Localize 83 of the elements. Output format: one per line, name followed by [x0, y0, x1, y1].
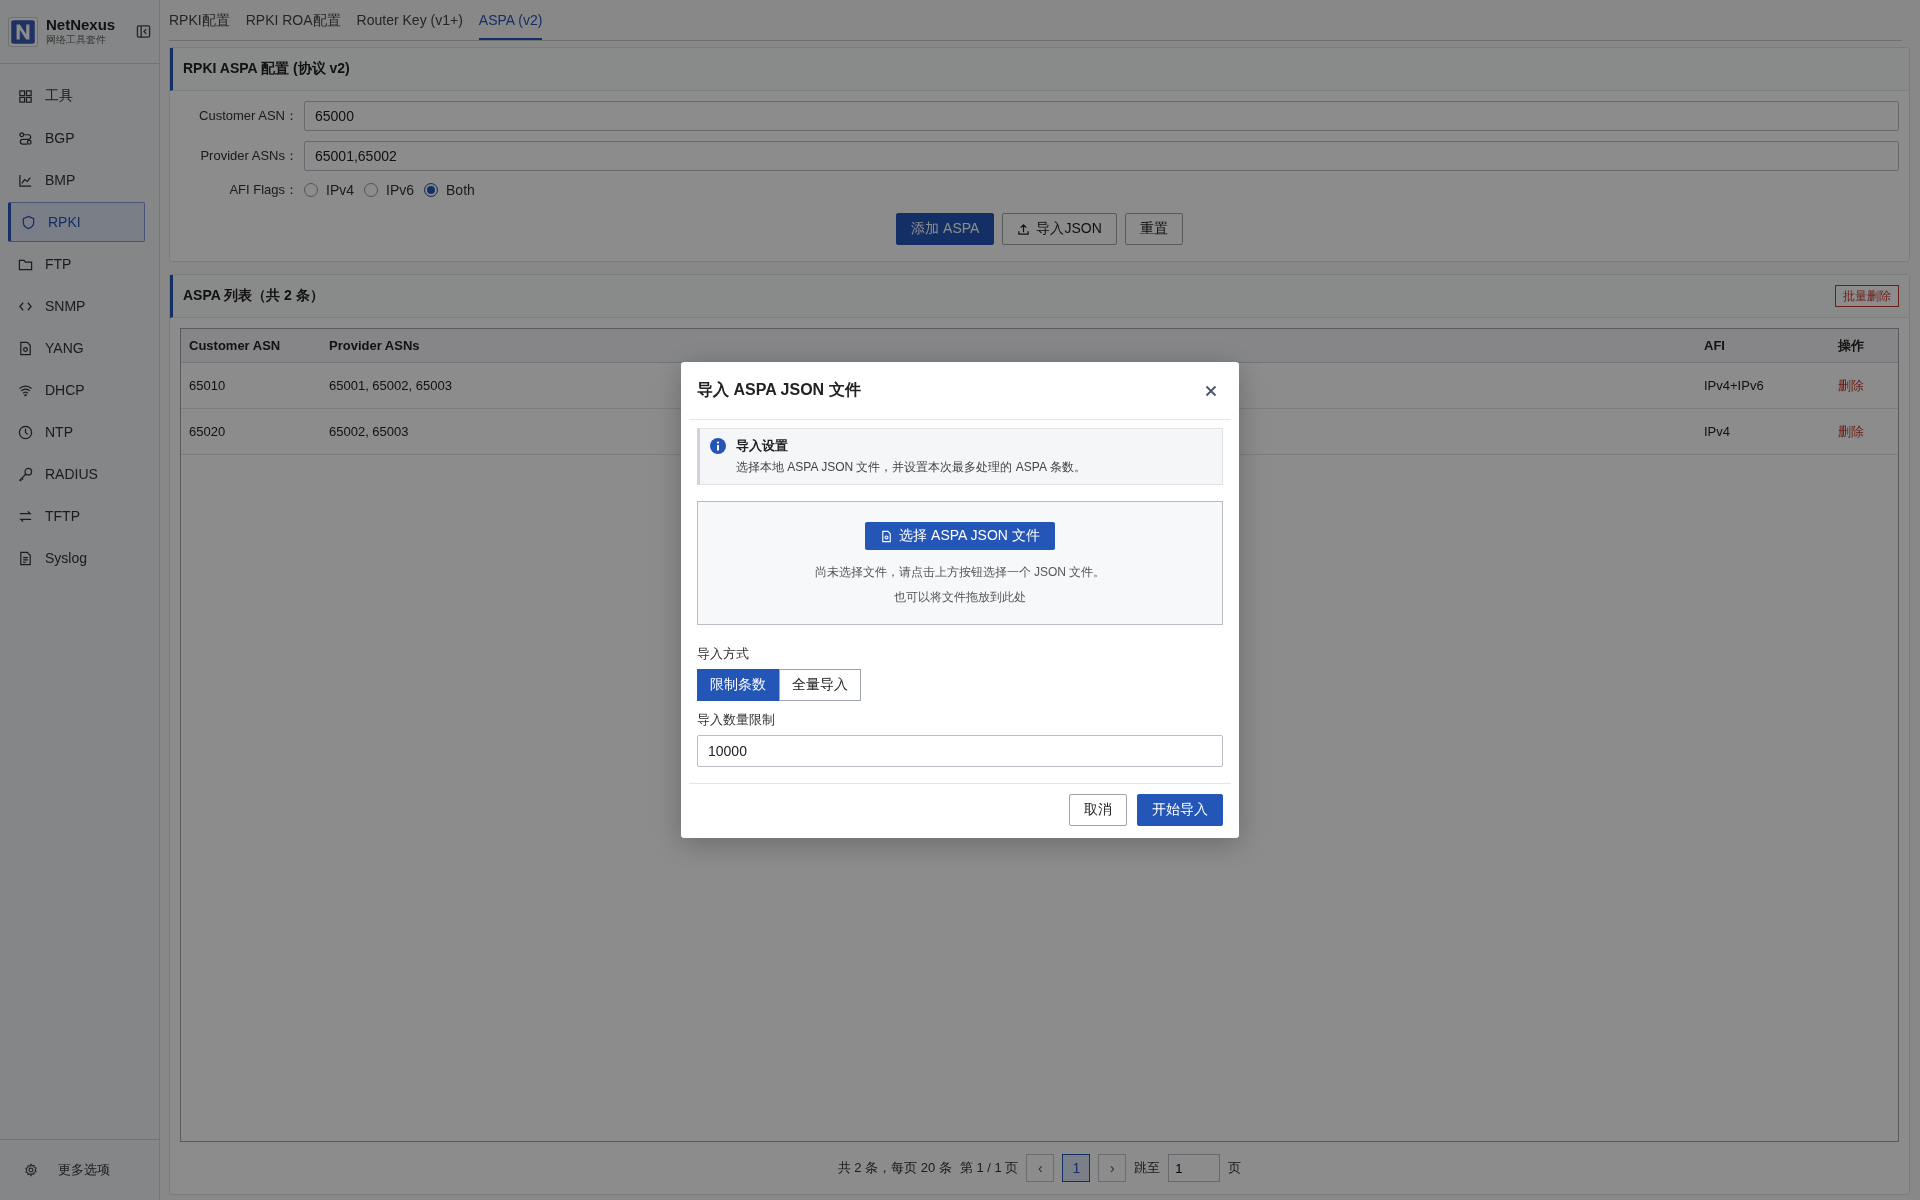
sidebar-item[interactable]: BGP	[8, 118, 145, 158]
column-header: 操作	[1838, 336, 1864, 355]
table-cell: IPv4	[1704, 424, 1730, 439]
next-page-button[interactable]: ›	[1098, 1154, 1127, 1182]
upload-icon	[1017, 222, 1031, 236]
table-cell: 65002, 65003	[329, 424, 409, 439]
grid-icon	[18, 88, 33, 104]
document-icon	[18, 550, 33, 566]
clock-icon	[18, 424, 33, 440]
sidebar-item[interactable]: DHCP	[8, 370, 145, 410]
delete-link[interactable]: 删除	[1838, 423, 1864, 439]
choose-file-button[interactable]: 选择 ASPA JSON 文件	[865, 522, 1055, 550]
file-icon	[880, 529, 894, 543]
start-import-button[interactable]: 开始导入	[1137, 794, 1223, 826]
sidebar-item[interactable]: NTP	[8, 412, 145, 452]
collapse-sidebar-icon[interactable]	[136, 24, 151, 39]
radio-option[interactable]: IPv4	[304, 182, 354, 198]
tab[interactable]: RPKI配置	[169, 0, 230, 40]
field-label: Customer ASN：	[198, 107, 299, 125]
page-input[interactable]: 1	[1168, 1154, 1221, 1182]
page-button[interactable]: 1	[1062, 1154, 1091, 1182]
info-text: 选择本地 ASPA JSON 文件，并设置本次最多处理的 ASPA 条数。	[736, 459, 1086, 476]
shield-icon	[21, 214, 36, 230]
settings-icon[interactable]	[24, 1163, 38, 1177]
table-cell: 65010	[189, 378, 226, 393]
app-name: NetNexus	[46, 16, 117, 33]
limit-input[interactable]: 10000	[697, 735, 1223, 767]
chart-icon	[18, 172, 33, 188]
table-cell: 65001, 65002, 65003	[329, 378, 452, 393]
bulk-delete-button[interactable]: 批量删除	[1835, 285, 1899, 307]
sidebar-item[interactable]: FTP	[8, 244, 145, 284]
drop-hint: 尚未选择文件，请点击上方按钮选择一个 JSON 文件。	[814, 564, 1106, 581]
section-title: ASPA 列表（共 2 条）	[183, 287, 324, 305]
reset-button[interactable]: 重置	[1124, 213, 1183, 245]
sidebar-item[interactable]: Syslog	[8, 538, 145, 578]
table-cell: IPv4+IPv6	[1704, 378, 1764, 393]
document-icon	[18, 340, 33, 356]
previous-page-button[interactable]: ‹	[1026, 1154, 1055, 1182]
sidebar-item[interactable]: TFTP	[8, 496, 145, 536]
radio-option[interactable]: Both	[424, 182, 475, 198]
pagination-summary: 共 2 条，每页 20 条	[837, 1159, 952, 1177]
column-header: Customer ASN	[189, 338, 281, 353]
table-cell: 65020	[189, 424, 226, 439]
wifi-icon	[18, 382, 33, 398]
sidebar-item[interactable]: BMP	[8, 160, 145, 200]
key-icon	[18, 466, 33, 482]
drop-hint: 也可以将文件拖放到此处	[894, 589, 1026, 606]
sidebar-item[interactable]: YANG	[8, 328, 145, 368]
add-button[interactable]: 添加 ASPA	[896, 213, 995, 245]
radio-option[interactable]: IPv6	[364, 182, 415, 198]
sidebar-item[interactable]: RADIUS	[8, 454, 145, 494]
logo-icon	[8, 16, 38, 47]
more-options-link[interactable]: 更多选项	[58, 1161, 110, 1179]
mode-option[interactable]: 全量导入	[779, 669, 861, 701]
field-label: AFI Flags：	[228, 181, 299, 199]
input-field[interactable]: 65001,65002	[304, 141, 1899, 171]
arrows-icon	[18, 508, 33, 524]
tab[interactable]: RPKI ROA配置	[245, 0, 341, 40]
tab[interactable]: ASPA (v2)	[478, 0, 543, 40]
column-header: AFI	[1704, 338, 1725, 353]
close-icon[interactable]	[1205, 384, 1217, 397]
info-title: 导入设置	[736, 437, 789, 455]
field-label: 导入数量限制	[697, 711, 776, 729]
jump-label: 跳至	[1134, 1159, 1161, 1177]
info-icon	[710, 438, 726, 454]
sidebar-item[interactable]: SNMP	[8, 286, 145, 326]
column-header: Provider ASNs	[329, 338, 420, 353]
route-icon	[18, 130, 33, 146]
dialog-title: 导入 ASPA JSON 文件	[697, 380, 861, 400]
section-title: RPKI ASPA 配置 (协议 v2)	[183, 60, 350, 78]
page-info: 第 1 / 1 页	[959, 1159, 1019, 1177]
sidebar-item[interactable]: RPKI	[8, 202, 145, 242]
page-unit: 页	[1228, 1159, 1242, 1177]
cancel-button[interactable]: 取消	[1069, 794, 1127, 826]
delete-link[interactable]: 删除	[1838, 377, 1864, 393]
input-field[interactable]: 65000	[304, 101, 1899, 131]
import-button[interactable]: 导入JSON	[1002, 213, 1117, 245]
field-label: Provider ASNs：	[199, 147, 299, 165]
drop-zone[interactable]: 选择 ASPA JSON 文件 尚未选择文件，请点击上方按钮选择一个 JSON 文件。 也可以将文件拖放到此处	[697, 501, 1223, 625]
sidebar-item[interactable]: 工具	[8, 76, 145, 116]
field-label: 导入方式	[697, 645, 750, 663]
tab[interactable]: Router Key (v1+)	[356, 0, 463, 40]
mode-option[interactable]: 限制条数	[697, 669, 779, 701]
